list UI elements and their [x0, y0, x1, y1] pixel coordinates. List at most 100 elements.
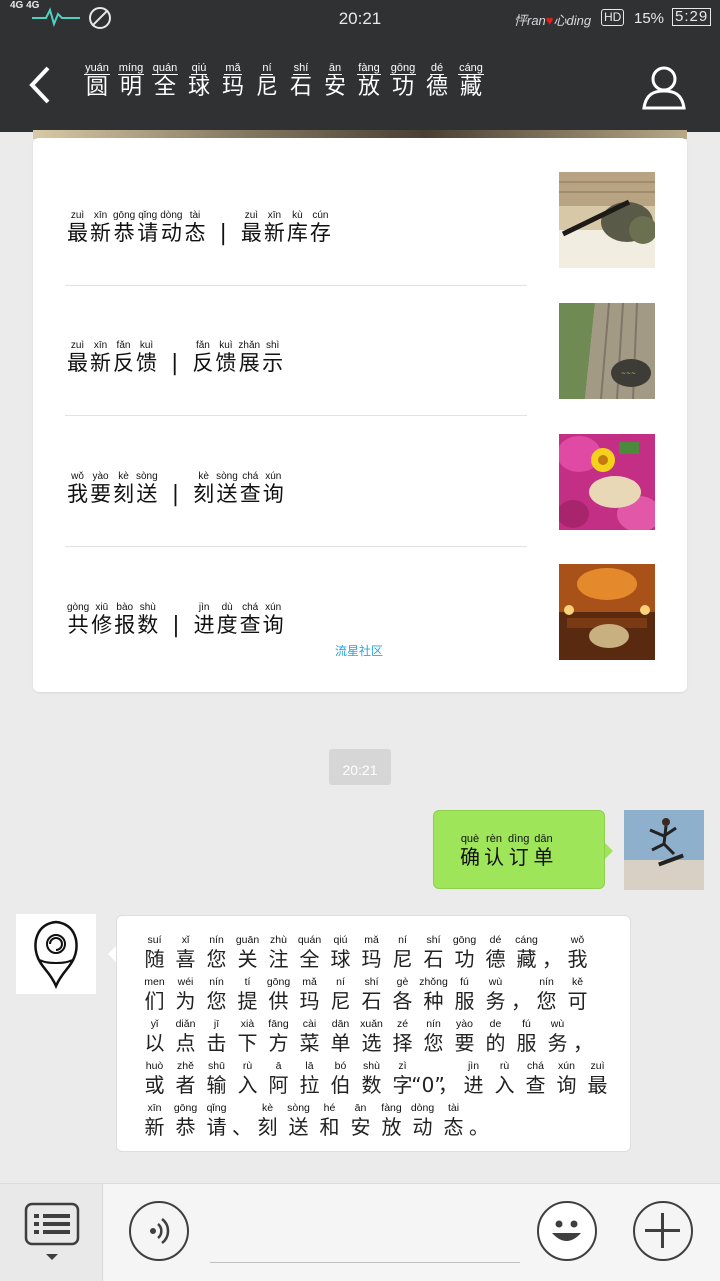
ruby-char: gōng 功 [386, 62, 420, 101]
ruby-char: gè 各 [387, 976, 418, 1014]
pinyin: rù [242, 1060, 253, 1072]
hanzi: 尼 [392, 947, 413, 971]
pinyin: zhǎn [238, 340, 261, 351]
ruby-char: shū 输 [201, 1060, 232, 1098]
ruby-char: cáng 藏 [454, 62, 488, 101]
pinyin: zhǒng [419, 976, 448, 988]
pinyin: shì [265, 340, 280, 351]
pinyin: wéi [177, 976, 194, 988]
menu-row-label: zuì 最 xīn 新 fǎn 反 kuì 馈 | fǎn 反 kuì 馈 zhǎn 展 shì 示 [67, 340, 285, 376]
ruby-char: fàng 放 [376, 1102, 407, 1140]
ruby-char: ní 尼 [325, 976, 356, 1014]
hanzi: 入 [494, 1073, 515, 1097]
pinyin: fǎn [116, 340, 131, 351]
ruby-char: shù 数 [137, 602, 158, 638]
menu-row-1[interactable]: zuì 最 xīn 新 gōng 恭 qǐng 请 dòng 动 tài 态 | zuì 最 xīn 新 kù 库 c… [33, 156, 687, 286]
sent-message-bubble[interactable]: què 确 rèn 认 dìng 订 dān 单 [433, 810, 613, 889]
menu-row-3[interactable]: wǒ 我 yào 要 kè 刻 sòng 送 | kè 刻 sòng 送 chá 查 xún 询 [33, 417, 687, 547]
menu-row-2[interactable]: zuì 最 xīn 新 fǎn 反 kuì 馈 | fǎn 反 kuì 馈 zhǎn 展 shì 示 ~~~ [33, 286, 687, 416]
hanzi: ， [511, 989, 531, 1013]
pinyin: ān [354, 1102, 367, 1114]
pinyin: sòng [136, 471, 158, 482]
hanzi: 您 [206, 989, 227, 1013]
hanzi: 种 [423, 989, 444, 1013]
hanzi: 认 [484, 845, 504, 869]
emoji-button[interactable] [537, 1201, 597, 1261]
voice-button[interactable] [129, 1201, 189, 1261]
hanzi: 询 [262, 482, 284, 506]
ruby-char: xīn 新 [90, 340, 111, 376]
received-message-bubble[interactable]: suí 随 xǐ 喜 nín 您 guān 关 zhù 注 quán 全 qiú 球 mǎ 玛 ní 尼 shí 石 g… [108, 915, 631, 1152]
menu-toggle-button[interactable] [0, 1184, 103, 1281]
hanzi: 石 [361, 989, 382, 1013]
ruby-char: tí 提 [232, 976, 263, 1014]
pinyin: xīn [93, 340, 108, 351]
hanzi: 询 [262, 613, 284, 637]
hanzi: 关 [237, 947, 258, 971]
ruby-char: qiú 球 [325, 934, 356, 972]
pinyin: dān [331, 1018, 350, 1030]
ruby-char: nín 您 [201, 934, 232, 972]
menu-row-label: zuì 最 xīn 新 gōng 恭 qǐng 请 dòng 动 tài 态 | zuì 最 xīn 新 kù 库 c… [67, 210, 333, 246]
ruby-char: ān 安 [318, 62, 352, 101]
conch-logo-avatar[interactable] [16, 914, 96, 994]
ruby-char: zhù 注 [263, 934, 294, 972]
ruby-char: kè 刻 [193, 471, 214, 507]
pinyin: gōng [389, 62, 417, 75]
pinyin: fǎn [195, 340, 210, 351]
pinyin: jī [213, 1018, 220, 1030]
pinyin: xún [265, 471, 282, 482]
voice-icon [150, 1218, 170, 1244]
pinyin: xīn [93, 210, 108, 221]
heart-icon: ♥ [545, 13, 554, 28]
pinyin: yǐ [150, 1018, 159, 1030]
ruby-char: kè 刻 [113, 471, 134, 507]
user-avatar[interactable] [624, 810, 704, 890]
ruby-char: zé 择 [387, 1018, 418, 1056]
pinyin: xuǎn [360, 1018, 383, 1030]
ruby-char: wǒ 我 [562, 934, 593, 972]
ruby-char: ān 安 [345, 1102, 376, 1140]
pinyin: fàng [357, 62, 381, 75]
hanzi: 我 [67, 482, 88, 506]
chevron-left-icon[interactable] [22, 60, 62, 110]
pinyin: cài [302, 1018, 317, 1030]
menu-row-4[interactable]: gòng 共 xiū 修 bào 报 shù 数 | jìn 进 dù 度 chá 查 xún 询 流星社区 [33, 548, 687, 678]
ruby-char: sòng 送 [283, 1102, 314, 1140]
ruby-char: zuì 最 [67, 340, 88, 376]
pinyin: shù [363, 1060, 380, 1072]
ruby-char: qǐng 请 [201, 1102, 232, 1140]
ruby-char: quán 全 [148, 62, 182, 101]
pinyin: bào [116, 602, 134, 613]
hanzi: 供 [268, 989, 289, 1013]
clock-widget: 5:29 [672, 8, 712, 26]
stone-flowers-thumbnail [559, 434, 655, 530]
person-icon[interactable] [640, 64, 688, 110]
pinyin: men [144, 976, 165, 988]
pinyin: qǐng [138, 210, 158, 221]
pinyin: bó [334, 1060, 347, 1072]
received-message-text: suí 随 xǐ 喜 nín 您 guān 关 zhù 注 quán 全 qiú 球 mǎ 玛 ní 尼 shí 石 g… [139, 934, 619, 1140]
pinyin: xīn [267, 210, 282, 221]
ruby-char: dòng 动 [160, 210, 182, 246]
ruby-char: wǒ 我 [67, 471, 88, 507]
ruby-char: xīn 新 [90, 210, 111, 246]
ruby-char: gōng 功 [449, 934, 480, 972]
pinyin: nín [426, 1018, 441, 1030]
stone-altar-thumbnail [559, 564, 655, 660]
ruby-char: xià 下 [232, 1018, 263, 1056]
hanzi: 刻 [113, 482, 134, 506]
hanzi: 尼 [330, 989, 351, 1013]
pinyin: nín [539, 976, 554, 988]
add-more-button[interactable] [633, 1201, 693, 1261]
ruby-char: guān 关 [232, 934, 263, 972]
separator: | [219, 221, 227, 246]
pinyin: sòng [287, 1102, 310, 1114]
ruby-char: chá 查 [240, 602, 261, 638]
status-bar: 4G 4G 20:21 怦ran♥心ding HD 15% 5:29 [0, 0, 720, 38]
ruby-char: gòng 共 [67, 602, 89, 638]
ruby-char: zhǒng 种 [418, 976, 449, 1014]
punctuation: 、 [232, 1102, 252, 1140]
message-input[interactable] [210, 1262, 520, 1263]
hanzi: 玛 [361, 947, 382, 971]
